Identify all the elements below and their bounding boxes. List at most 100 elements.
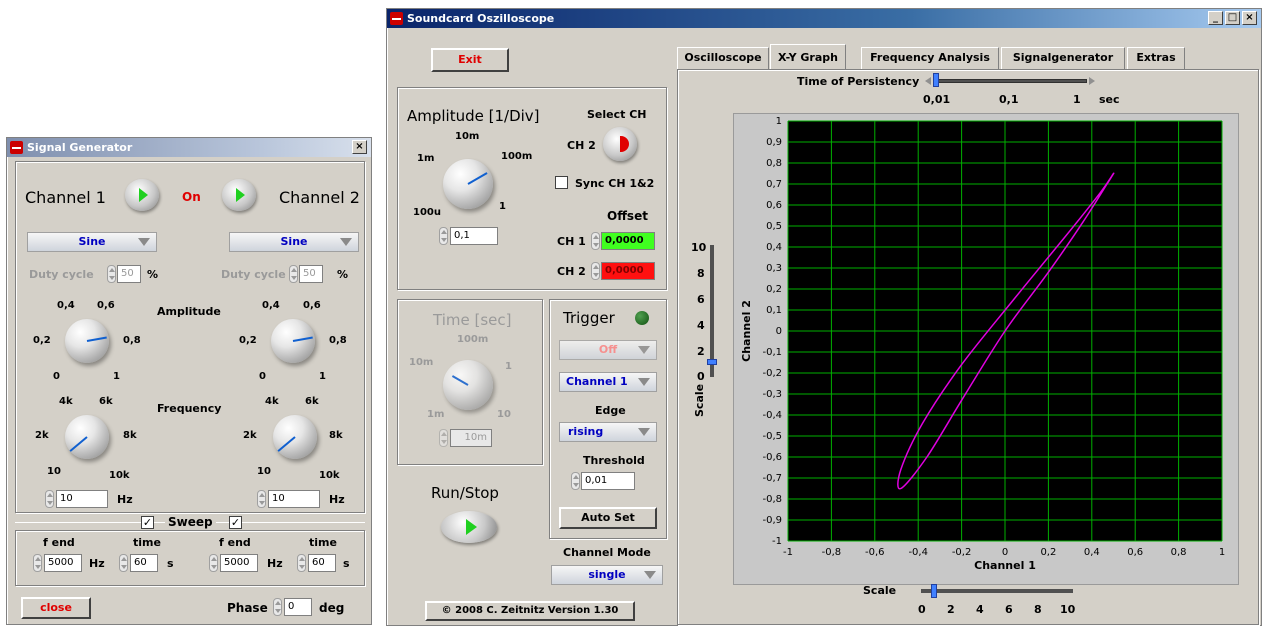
percent-label-2: %: [337, 268, 349, 281]
knob-pointer: [86, 336, 107, 342]
freq2-tick: 2k: [243, 430, 257, 441]
duty1-spinner[interactable]: [107, 265, 116, 283]
xy-chart: -1 -0,8 -0,6 -0,4 -0,2 0 0,2 0,4 0,6 0,8 1 1 0,9 0,8 0…: [740, 116, 1225, 572]
waveform1-value: Sine: [78, 235, 106, 248]
hscale-tick: 0: [918, 603, 926, 616]
freq1-tick: 4k: [59, 396, 73, 407]
amp1-tick: 0,8: [123, 335, 141, 346]
hz-label-2: Hz: [329, 493, 345, 506]
fend-label-1: f end: [43, 536, 75, 549]
chevron-down-icon: [138, 238, 150, 246]
channel1-label: Channel 1: [25, 188, 106, 207]
freq1-input[interactable]: 10: [56, 490, 108, 508]
time2-spinner[interactable]: [297, 554, 306, 572]
close-icon[interactable]: ×: [352, 140, 367, 154]
time2-input[interactable]: 60: [308, 554, 336, 572]
time-label-1: time: [133, 536, 161, 549]
x-tick-label: 0,6: [1127, 547, 1143, 558]
chevron-down-icon: [340, 238, 352, 246]
y-tick-label: 0,4: [766, 242, 782, 253]
x-tick-label: 0,2: [1040, 547, 1056, 558]
duty2-input[interactable]: 50: [299, 265, 323, 283]
freq2-input[interactable]: 10: [268, 490, 320, 508]
hscale-tick: 10: [1060, 603, 1076, 616]
duty2-spinner[interactable]: [289, 265, 298, 283]
amp1-tick: 0,2: [33, 335, 51, 346]
fend1-spinner[interactable]: [33, 554, 42, 572]
x-tick-label: -0,8: [822, 547, 842, 558]
fend1-input[interactable]: 5000: [44, 554, 82, 572]
knob-pointer: [277, 436, 296, 452]
phase-spinner[interactable]: [273, 598, 282, 616]
x-axis-label: Channel 1: [974, 559, 1036, 572]
y-tick-label: 0,6: [766, 200, 782, 211]
hscale-tick: 8: [1034, 603, 1042, 616]
freq1-tick: 10k: [109, 470, 130, 481]
amp2-tick: 0: [259, 371, 266, 382]
y-tick-label: -0,3: [762, 389, 782, 400]
y-tick-label: 0: [776, 326, 782, 337]
knob-pointer: [292, 336, 313, 342]
freq2-tick: 10: [257, 466, 271, 477]
hscale-slider-thumb[interactable]: [931, 584, 937, 598]
play-icon: [139, 188, 148, 202]
hscale-tick: 4: [976, 603, 984, 616]
close-button[interactable]: close: [21, 597, 91, 619]
amp1-tick: 0,6: [97, 300, 115, 311]
waveform1-select[interactable]: Sine: [27, 232, 157, 252]
waveform2-select[interactable]: Sine: [229, 232, 359, 252]
freq2-tick: 10k: [319, 470, 340, 481]
freq2-spinner[interactable]: [257, 490, 266, 508]
sweep-label: Sweep: [165, 515, 216, 529]
x-tick-label: -0,4: [908, 547, 928, 558]
amp1-tick: 0,4: [57, 300, 75, 311]
y-tick-label: 0,9: [766, 137, 782, 148]
signal-generator-titlebar[interactable]: Signal Generator: [7, 138, 371, 157]
fend2-spinner[interactable]: [209, 554, 218, 572]
channel1-toggle[interactable]: [125, 179, 159, 211]
hscale-tick: 2: [947, 603, 955, 616]
freq1-spinner[interactable]: [45, 490, 54, 508]
x-tick-label: 0,8: [1171, 547, 1187, 558]
app-icon: [10, 141, 23, 154]
deg-label: deg: [319, 601, 345, 615]
frequency1-knob[interactable]: [65, 415, 109, 459]
s-label-1: s: [167, 557, 174, 570]
duty1-input[interactable]: 50: [117, 265, 141, 283]
freq2-tick: 6k: [305, 396, 319, 407]
amp1-tick: 0: [53, 371, 60, 382]
frequency2-knob[interactable]: [273, 415, 317, 459]
y-axis-label: Channel 2: [740, 300, 753, 362]
amp2-tick: 0,2: [239, 335, 257, 346]
amp2-tick: 0,6: [303, 300, 321, 311]
amplitude2-knob[interactable]: [271, 319, 315, 363]
sweep2-checkbox[interactable]: ✓: [229, 516, 242, 529]
y-tick-label: -1: [772, 536, 782, 547]
amp1-tick: 1: [113, 371, 120, 382]
s-label-2: s: [343, 557, 350, 570]
y-tick-label: -0,6: [762, 452, 782, 463]
freq1-tick: 10: [47, 466, 61, 477]
y-tick-label: -0,4: [762, 410, 782, 421]
amplitude1-knob[interactable]: [65, 319, 109, 363]
time-label-2: time: [309, 536, 337, 549]
sweep1-checkbox[interactable]: ✓: [141, 516, 154, 529]
freq1-tick: 8k: [123, 430, 137, 441]
time1-spinner[interactable]: [119, 554, 128, 572]
y-tick-label: 0,7: [766, 179, 782, 190]
freq2-tick: 8k: [329, 430, 343, 441]
y-tick-label: 0,1: [766, 305, 782, 316]
x-tick-label: 0: [1002, 547, 1008, 558]
duty-cycle-label-1: Duty cycle: [29, 268, 94, 281]
channel2-toggle[interactable]: [222, 179, 256, 211]
amp2-tick: 0,4: [262, 300, 280, 311]
channel2-label: Channel 2: [279, 188, 360, 207]
hz-label-4: Hz: [267, 557, 283, 570]
y-tick-label: 0,3: [766, 263, 782, 274]
phase-input[interactable]: 0: [284, 598, 312, 616]
fend2-input[interactable]: 5000: [220, 554, 258, 572]
y-tick-label: 0,8: [766, 158, 782, 169]
knob-pointer: [69, 436, 88, 452]
on-label: On: [182, 190, 201, 204]
time1-input[interactable]: 60: [130, 554, 158, 572]
